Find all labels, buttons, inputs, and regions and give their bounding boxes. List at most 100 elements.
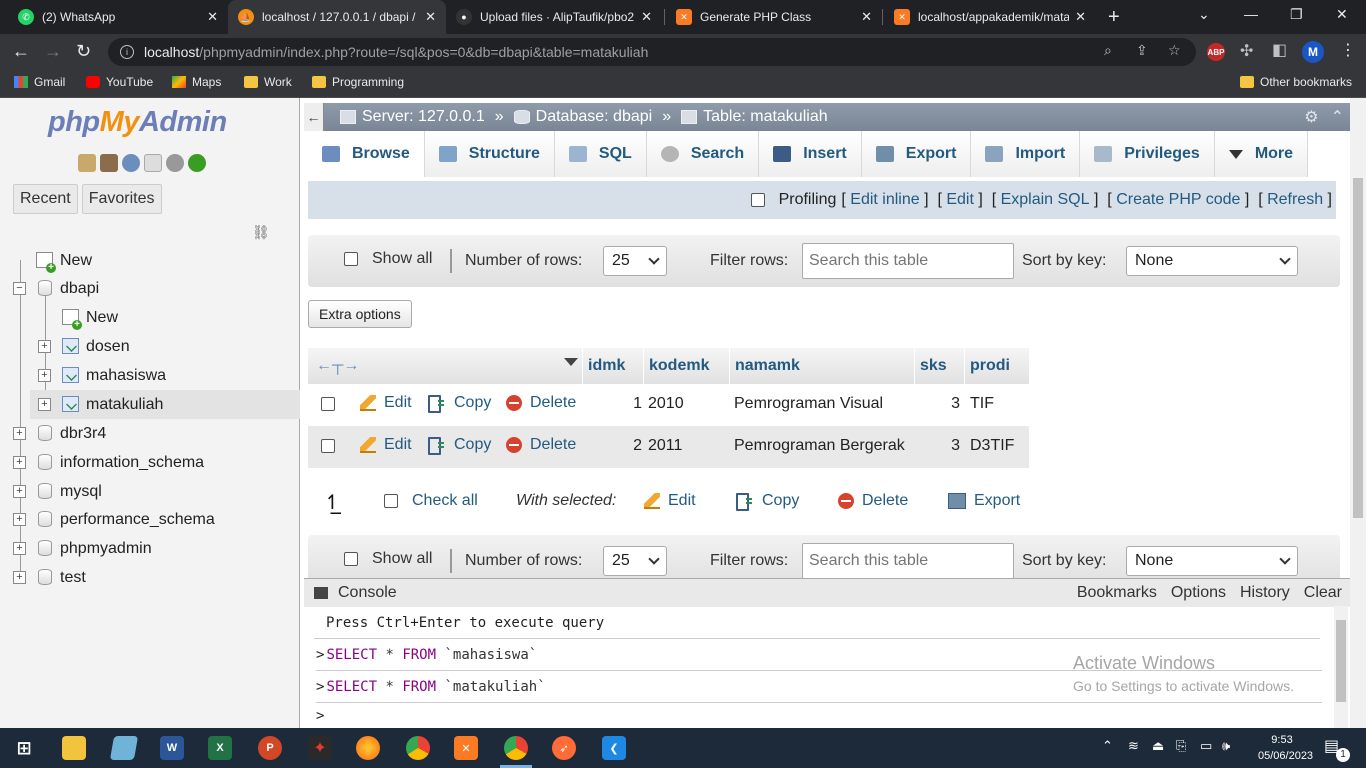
console-bookmarks-link[interactable]: Bookmarks [1077, 584, 1157, 602]
close-icon[interactable]: ✕ [425, 9, 436, 25]
console-clear-link[interactable]: Clear [1304, 584, 1342, 602]
collapse-nav-icon[interactable]: ← [304, 103, 324, 131]
cell-kodemk[interactable]: 2011 [648, 437, 682, 455]
scrollbar-thumb[interactable] [1336, 620, 1346, 702]
refresh-link[interactable]: Refresh [1267, 191, 1323, 209]
row-delete-action[interactable]: Delete [506, 394, 576, 412]
browser-tab-phpmyadmin[interactable]: ⛵ localhost / 127.0.0.1 / dbapi / ✕ [228, 0, 446, 34]
close-icon[interactable]: ✕ [207, 9, 218, 25]
system-clock[interactable]: 9:53 05/06/2023 [1258, 732, 1313, 764]
tab-sql[interactable]: SQL [554, 131, 647, 177]
edit-link[interactable]: Edit [946, 191, 974, 209]
column-header-idmk[interactable]: idmk [588, 357, 625, 375]
tree-item-new[interactable]: New [0, 246, 300, 275]
tree-item-dosen[interactable]: + dosen [0, 332, 300, 361]
docs-icon[interactable] [144, 154, 162, 172]
share-icon[interactable]: ⇪ [1136, 42, 1148, 59]
close-window-button[interactable]: ✕ [1336, 6, 1348, 23]
help-icon[interactable] [122, 154, 140, 172]
column-header-prodi[interactable]: prodi [970, 357, 1010, 375]
adblock-icon[interactable]: ABP [1207, 43, 1225, 61]
row-copy-action[interactable]: Copy [428, 394, 491, 413]
settings-gear-icon[interactable]: ⚙ [1304, 107, 1318, 127]
tree-item-test[interactable]: + test [0, 563, 300, 592]
tab-more[interactable]: More [1214, 131, 1309, 177]
cell-idmk[interactable]: 2 [608, 437, 642, 455]
vscode-icon[interactable]: ❮ [602, 736, 626, 760]
favorites-tab[interactable]: Favorites [81, 184, 162, 214]
profile-avatar[interactable]: M [1302, 41, 1324, 63]
bulk-edit-button[interactable]: Edit [644, 492, 696, 510]
sort-by-key-select[interactable]: None [1126, 546, 1298, 576]
explain-sql-link[interactable]: Explain SQL [1001, 191, 1090, 209]
cell-namamk[interactable]: Pemrograman Visual [734, 395, 883, 413]
usb-icon[interactable]: ⏏ [1152, 738, 1164, 754]
show-all-control[interactable]: Show all [344, 250, 432, 268]
row-delete-action[interactable]: Delete [506, 436, 576, 454]
row-checkbox[interactable] [321, 439, 335, 453]
show-all-checkbox[interactable] [344, 552, 358, 566]
filter-rows-input[interactable]: Search this table [802, 543, 1014, 579]
sort-by-key-select[interactable]: None [1126, 246, 1298, 276]
logout-icon[interactable] [100, 154, 118, 172]
network-icon[interactable]: ≋ [1128, 738, 1139, 754]
column-header-namamk[interactable]: namamk [735, 357, 800, 375]
tree-item-dbapi[interactable]: − dbapi [0, 274, 300, 303]
browser-tab-appakademik[interactable]: ✕ localhost/appakademik/mata ✕ [884, 0, 1096, 34]
collapse-top-icon[interactable]: ⌃ [1331, 107, 1344, 127]
cell-kodemk[interactable]: 2010 [648, 395, 684, 413]
security-app-icon[interactable]: ✦ [308, 736, 332, 760]
tree-item-information-schema[interactable]: + information_schema [0, 448, 300, 477]
close-icon[interactable]: ✕ [861, 9, 872, 25]
expand-icon[interactable]: + [38, 398, 51, 411]
column-header-sks[interactable]: sks [920, 357, 947, 375]
side-panel-icon[interactable]: ◧ [1272, 40, 1287, 60]
back-button[interactable]: ← [12, 41, 30, 62]
check-all-control[interactable]: Check all [384, 492, 478, 510]
edit-inline-link[interactable]: Edit inline [850, 191, 919, 209]
zoom-icon[interactable]: ⌕ [1104, 42, 1112, 59]
scrollbar-thumb[interactable] [1353, 178, 1363, 518]
expand-icon[interactable]: + [13, 485, 26, 498]
reload-nav-icon[interactable] [188, 154, 206, 172]
excel-icon[interactable]: X [208, 736, 232, 760]
reload-button[interactable]: ↻ [76, 41, 91, 62]
bulk-copy-button[interactable]: Copy [736, 492, 799, 511]
word-icon[interactable]: W [160, 736, 184, 760]
console-header[interactable]: Console Bookmarks Options History Clear [304, 579, 1350, 607]
firefox-icon[interactable] [356, 736, 380, 760]
show-all-control[interactable]: Show all [344, 550, 432, 568]
tab-search[interactable]: Search [646, 131, 760, 177]
bookmark-gmail[interactable]: Gmail [14, 75, 65, 89]
tab-structure[interactable]: Structure [424, 131, 555, 177]
bookmark-maps[interactable]: Maps [172, 75, 221, 89]
close-icon[interactable]: ✕ [641, 9, 652, 25]
breadcrumb-table[interactable]: Table: matakuliah [681, 108, 828, 126]
browser-tab-whatsapp[interactable]: ✆ (2) WhatsApp ✕ [8, 0, 228, 34]
chrome-profile-icon[interactable] [504, 736, 528, 760]
postman-icon[interactable]: ➶ [552, 736, 576, 760]
row-edit-action[interactable]: Edit [360, 394, 412, 412]
phpmyadmin-logo[interactable]: phpMyAdmin [48, 106, 227, 139]
extra-options-button[interactable]: Extra options [308, 300, 412, 328]
collapse-icon[interactable]: − [13, 282, 26, 295]
console-scrollbar[interactable] [1334, 606, 1348, 728]
column-header-kodemk[interactable]: kodemk [649, 357, 709, 375]
tree-item-performance-schema[interactable]: + performance_schema [0, 505, 300, 534]
powerpoint-icon[interactable]: P [258, 736, 282, 760]
cell-prodi[interactable]: TIF [970, 395, 994, 413]
tab-search-chevron-icon[interactable]: ⌄ [1198, 6, 1210, 23]
expand-icon[interactable]: + [38, 369, 51, 382]
expand-icon[interactable]: + [38, 340, 51, 353]
row-copy-action[interactable]: Copy [428, 436, 491, 455]
expand-icon[interactable]: + [13, 571, 26, 584]
column-resize-arrows-icon[interactable]: ←┬→ [316, 357, 359, 375]
expand-icon[interactable]: + [13, 542, 26, 555]
chrome-icon[interactable] [406, 736, 430, 760]
link-chain-icon[interactable]: ⛓ [252, 224, 270, 241]
home-icon[interactable] [78, 154, 96, 172]
tree-item-dbr3r4[interactable]: + dbr3r4 [0, 419, 300, 448]
file-explorer-icon[interactable] [62, 736, 86, 760]
tab-export[interactable]: Export [861, 131, 972, 177]
bookmark-work[interactable]: Work [244, 75, 292, 89]
